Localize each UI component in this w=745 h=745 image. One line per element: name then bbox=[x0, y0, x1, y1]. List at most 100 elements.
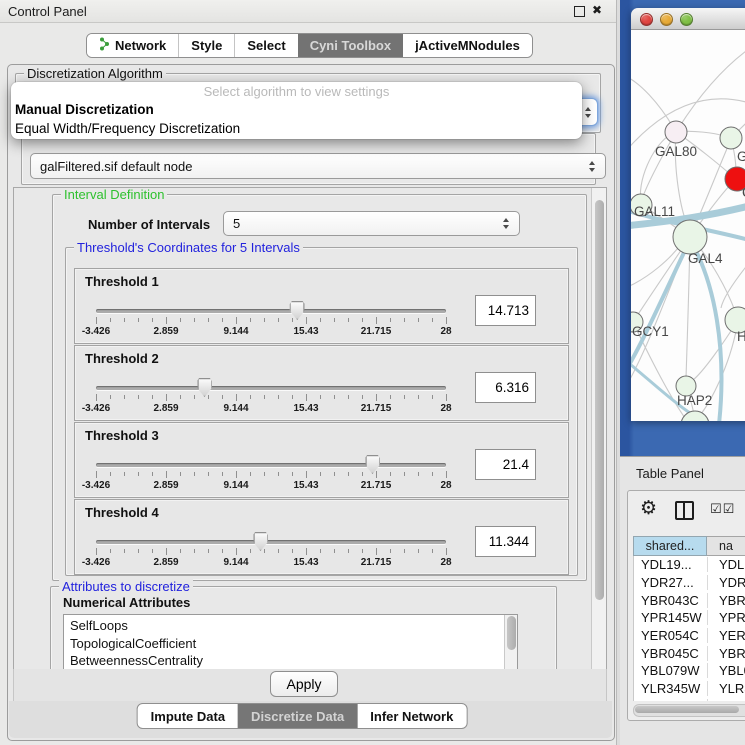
right-column: GAL80GAGAL11CGAL4GCY1HHAP2 Table Panel ⚙… bbox=[620, 0, 745, 745]
cell-shared-name[interactable]: YBL079W bbox=[634, 663, 708, 678]
split-view-icon[interactable] bbox=[675, 501, 694, 520]
cell-name[interactable]: YBL0 bbox=[708, 663, 745, 678]
table-row[interactable]: YIL052CYIL0 bbox=[634, 698, 745, 702]
threshold-slider-track[interactable] bbox=[96, 463, 446, 467]
tab-jactivemnodules[interactable]: jActiveMNodules bbox=[403, 34, 532, 57]
cell-name[interactable]: YPR1 bbox=[708, 610, 745, 625]
threshold-value-field[interactable]: 21.4 bbox=[475, 449, 536, 480]
network-node[interactable] bbox=[665, 121, 687, 143]
tab-select[interactable]: Select bbox=[234, 34, 297, 57]
network-view-window: GAL80GAGAL11CGAL4GCY1HHAP2 bbox=[631, 8, 745, 421]
network-edge-highlighted bbox=[631, 240, 690, 372]
table-row[interactable]: YBL079WYBL0 bbox=[634, 662, 745, 680]
settings-panel-scrollbar[interactable] bbox=[591, 188, 606, 669]
close-traffic-light[interactable] bbox=[640, 13, 653, 26]
cell-shared-name[interactable]: YLR345W bbox=[634, 681, 708, 696]
tick-mark bbox=[138, 472, 139, 476]
dropdown-option-equal-width-frequency[interactable]: Equal Width/Frequency Discretization bbox=[11, 120, 582, 139]
cell-name[interactable]: YDL1 bbox=[708, 557, 745, 572]
table-data-combobox[interactable]: galFiltered.sif default node bbox=[30, 153, 606, 179]
network-node-label: HAP2 bbox=[677, 393, 712, 408]
settings-gear-icon[interactable]: ⚙ bbox=[640, 497, 657, 519]
cell-name[interactable]: YDR2 bbox=[708, 575, 745, 590]
tick-mark bbox=[376, 394, 377, 401]
column-checkboxes-icon[interactable]: ☑☑ bbox=[710, 502, 735, 517]
threshold-slider-track[interactable] bbox=[96, 309, 446, 313]
tab-style[interactable]: Style bbox=[178, 34, 234, 57]
column-header-name[interactable]: na bbox=[707, 536, 745, 556]
threshold-value-field[interactable]: 11.344 bbox=[475, 526, 536, 557]
cell-name[interactable]: YBR0 bbox=[708, 646, 745, 661]
network-node[interactable] bbox=[720, 127, 742, 149]
tab-infer-network[interactable]: Infer Network bbox=[357, 704, 466, 728]
tick-mark bbox=[320, 395, 321, 399]
network-node-label: GAL11 bbox=[634, 204, 675, 219]
table-row[interactable]: YBR045CYBR0 bbox=[634, 644, 745, 662]
tick-mark bbox=[152, 472, 153, 476]
tick-mark bbox=[194, 318, 195, 322]
interval-definition-group: Interval Definition Number of Intervals … bbox=[52, 194, 587, 581]
numerical-attributes-list[interactable]: SelfLoopsTopologicalCoefficientBetweenne… bbox=[63, 614, 518, 670]
cell-shared-name[interactable]: YDL19... bbox=[634, 557, 708, 572]
attribute-items: SelfLoopsTopologicalCoefficientBetweenne… bbox=[64, 615, 517, 670]
table-horizontal-scrollbar[interactable] bbox=[633, 704, 745, 717]
threshold-value-field[interactable]: 14.713 bbox=[475, 295, 536, 326]
threshold-value-field[interactable]: 6.316 bbox=[475, 372, 536, 403]
attribute-list-item[interactable]: SelfLoops bbox=[64, 617, 517, 635]
tick-mark bbox=[418, 549, 419, 553]
minimize-traffic-light[interactable] bbox=[660, 13, 673, 26]
threshold-slider-track[interactable] bbox=[96, 540, 446, 544]
tick-mark bbox=[96, 394, 97, 401]
column-header-shared-name[interactable]: shared... bbox=[633, 536, 707, 556]
tab-cyni-toolbox[interactable]: Cyni Toolbox bbox=[298, 34, 403, 57]
table-row[interactable]: YDR27...YDR2 bbox=[634, 574, 745, 592]
tick-label: 21.715 bbox=[361, 480, 392, 491]
number-of-intervals-value: 5 bbox=[233, 216, 240, 231]
tick-mark bbox=[404, 318, 405, 322]
cell-shared-name[interactable]: YDR27... bbox=[634, 575, 708, 590]
dropdown-option-manual-discretization[interactable]: Manual Discretization bbox=[11, 101, 582, 120]
attribute-list-item[interactable]: TopologicalCoefficient bbox=[64, 635, 517, 653]
attribute-list-item[interactable]: BetweennessCentrality bbox=[64, 652, 517, 670]
cell-shared-name[interactable]: YPR145W bbox=[634, 610, 708, 625]
slider-tick-labels: -3.4262.8599.14415.4321.71528 bbox=[96, 480, 446, 492]
tick-mark bbox=[348, 472, 349, 476]
tick-mark bbox=[278, 318, 279, 322]
cell-name[interactable]: YIL0 bbox=[708, 699, 745, 701]
tick-mark bbox=[418, 395, 419, 399]
float-window-icon[interactable] bbox=[574, 6, 585, 17]
apply-button[interactable]: Apply bbox=[270, 671, 338, 697]
table-row[interactable]: YPR145WYPR1 bbox=[634, 609, 745, 627]
close-icon[interactable]: ✖ bbox=[592, 3, 602, 17]
cell-name[interactable]: YER0 bbox=[708, 628, 745, 643]
network-node[interactable] bbox=[673, 220, 707, 254]
network-canvas[interactable]: GAL80GAGAL11CGAL4GCY1HHAP2 bbox=[631, 30, 745, 421]
tick-label: -3.426 bbox=[82, 480, 110, 491]
threshold-slider-track[interactable] bbox=[96, 386, 446, 390]
tick-mark bbox=[334, 318, 335, 322]
number-of-intervals-combobox[interactable]: 5 bbox=[223, 211, 520, 236]
cell-shared-name[interactable]: YER054C bbox=[634, 628, 708, 643]
tick-mark bbox=[236, 317, 237, 324]
tab-impute-data[interactable]: Impute Data bbox=[138, 704, 238, 728]
tick-mark bbox=[292, 472, 293, 476]
zoom-traffic-light[interactable] bbox=[680, 13, 693, 26]
cell-name[interactable]: YBR0 bbox=[708, 593, 745, 608]
network-node[interactable] bbox=[681, 411, 709, 421]
cell-shared-name[interactable]: YIL052C bbox=[634, 699, 708, 701]
table-row[interactable]: YDL19...YDL1 bbox=[634, 556, 745, 574]
cell-shared-name[interactable]: YBR043C bbox=[634, 593, 708, 608]
tick-mark bbox=[278, 395, 279, 399]
cell-shared-name[interactable]: YBR045C bbox=[634, 646, 708, 661]
network-node-label: GAL4 bbox=[688, 251, 723, 266]
table-row[interactable]: YLR345WYLR3 bbox=[634, 680, 745, 698]
cell-name[interactable]: YLR3 bbox=[708, 681, 745, 696]
attributes-list-scrollbar[interactable] bbox=[504, 615, 517, 670]
table-row[interactable]: YBR043CYBR0 bbox=[634, 591, 745, 609]
tab-network[interactable]: Network bbox=[87, 34, 178, 57]
table-row[interactable]: YER054CYER0 bbox=[634, 627, 745, 645]
tick-mark bbox=[96, 548, 97, 555]
tick-mark bbox=[250, 318, 251, 322]
tick-mark bbox=[124, 395, 125, 399]
tab-discretize-data[interactable]: Discretize Data bbox=[238, 704, 357, 728]
